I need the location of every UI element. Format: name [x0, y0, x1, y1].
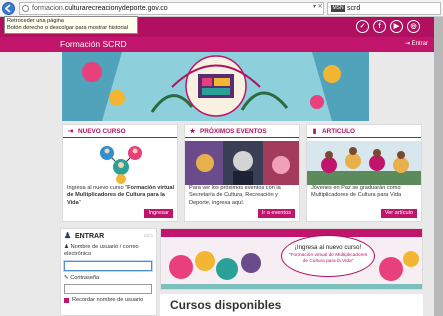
hero-banner-illustration: [62, 52, 369, 121]
login-panel: ♟ ENTRAR ▭▭ ♟ Nombre de usuario / correo…: [60, 228, 157, 316]
back-button[interactable]: [2, 2, 15, 15]
card-text: Jóvenes en Paz se graduarán como Multipl…: [311, 185, 402, 199]
promo-headline: ¡Ingresa al nuevo curso!: [294, 244, 362, 251]
facebook-icon[interactable]: f: [373, 20, 386, 33]
article-photo: [307, 141, 421, 185]
address-controls[interactable]: ▾ ✕: [313, 3, 323, 10]
promo-bubble: ¡Ingresa al nuevo curso! "Formación virt…: [281, 235, 375, 277]
card-image: [63, 141, 177, 185]
ver-articulo-button[interactable]: Ver artículo: [380, 209, 417, 218]
card-header: ▮ ARTICULO: [307, 125, 421, 138]
card-title: NUEVO CURSO: [78, 128, 126, 135]
card-image: [185, 141, 299, 185]
tab-favicon-icon: MSN: [331, 4, 345, 12]
card-header: ⇥ NUEVO CURSO: [63, 125, 177, 138]
browser-toolbar: formacion.culturarecreacionydeporte.gov.…: [0, 0, 443, 17]
username-label: ♟ Nombre de usuario / correo electrónico: [64, 244, 154, 258]
book-icon: ▮: [312, 128, 317, 135]
password-label: ✎ Contraseña: [64, 275, 154, 282]
page-gutter: [434, 17, 443, 316]
card-title: PRÓXIMOS EVENTOS: [200, 128, 267, 135]
back-button-tooltip: Retroceder una página Botón derecho o de…: [4, 16, 138, 34]
address-bar[interactable]: formacion.culturarecreacionydeporte.gov.…: [19, 2, 324, 15]
available-courses-heading: Cursos disponibles: [160, 294, 423, 316]
promo-subtitle: "Formación virtual de Multiplicadores de…: [288, 253, 368, 264]
card-text: Ingresa al nuevo curso "Formación virtua…: [67, 185, 175, 207]
card-nuevo-curso: ⇥ NUEVO CURSO Ingresa al nuevo curso "For…: [62, 124, 178, 222]
ingresar-button[interactable]: Ingresar: [144, 209, 173, 218]
site-navbar: Formación SCRD ⇥ Entrar: [0, 37, 443, 52]
youtube-icon[interactable]: ▶: [390, 20, 403, 33]
url-prefix: formacion.: [32, 5, 65, 12]
event-photo: [185, 141, 299, 185]
browser-tab[interactable]: MSN scrd: [327, 2, 441, 15]
card-image: [307, 141, 421, 185]
dock-block-icon[interactable]: ▭▭: [144, 233, 153, 239]
tab-title: scrd: [347, 5, 361, 12]
card-header: ★ PRÓXIMOS EVENTOS: [185, 125, 299, 138]
login-arrow-icon: ⇥: [67, 128, 74, 135]
url-host: culturarecreacionydeporte.gov.co: [64, 5, 168, 12]
instagram-icon[interactable]: ◎: [407, 20, 420, 33]
arrow-left-icon: [4, 4, 11, 13]
card-articulo: ▮ ARTICULO Jóvenes en Paz se graduarán co…: [306, 124, 422, 222]
remember-checkbox[interactable]: [64, 298, 69, 303]
ir-a-eventos-button[interactable]: Ir a eventos: [257, 209, 295, 218]
password-label-text: Contraseña: [70, 275, 100, 281]
login-link[interactable]: ⇥ Entrar: [405, 40, 428, 47]
course-promo-banner[interactable]: ¡Ingresa al nuevo curso! "Formación virt…: [160, 228, 423, 290]
login-title: ♟ ENTRAR: [64, 231, 105, 241]
card-proximos-eventos: ★ PRÓXIMOS EVENTOS Para ver los próximos …: [184, 124, 300, 222]
card-text-prefix: Ingresa al nuevo curso ": [67, 185, 128, 191]
card-text: Para ver los próximos eventos con la Sec…: [189, 185, 281, 206]
login-link-label: Entrar: [411, 41, 428, 47]
tooltip-line-1: Retroceder una página: [7, 18, 64, 24]
card-title: ARTICULO: [322, 128, 356, 135]
username-input[interactable]: [64, 261, 152, 271]
login-icon: ⇥: [404, 41, 412, 47]
username-label-text: Nombre de usuario / correo electrónico: [64, 244, 139, 257]
user-icon: ♟: [64, 244, 71, 250]
star-icon: ★: [189, 128, 196, 135]
password-input[interactable]: [64, 284, 152, 294]
hero-banner: [62, 52, 369, 121]
tooltip-line-2: Botón derecho o descolgar para mostrar h…: [7, 25, 128, 31]
card-text-suffix: ": [78, 199, 81, 206]
vimeo-icon[interactable]: ✓: [356, 20, 369, 33]
login-title-text: ENTRAR: [74, 233, 105, 240]
site-icon: [22, 5, 29, 12]
remember-label: Recordar nombre de usuario: [72, 297, 144, 303]
people-network-icon: [100, 146, 142, 184]
site-brand[interactable]: Formación SCRD: [60, 39, 127, 49]
user-group-icon: ♟: [64, 231, 72, 240]
